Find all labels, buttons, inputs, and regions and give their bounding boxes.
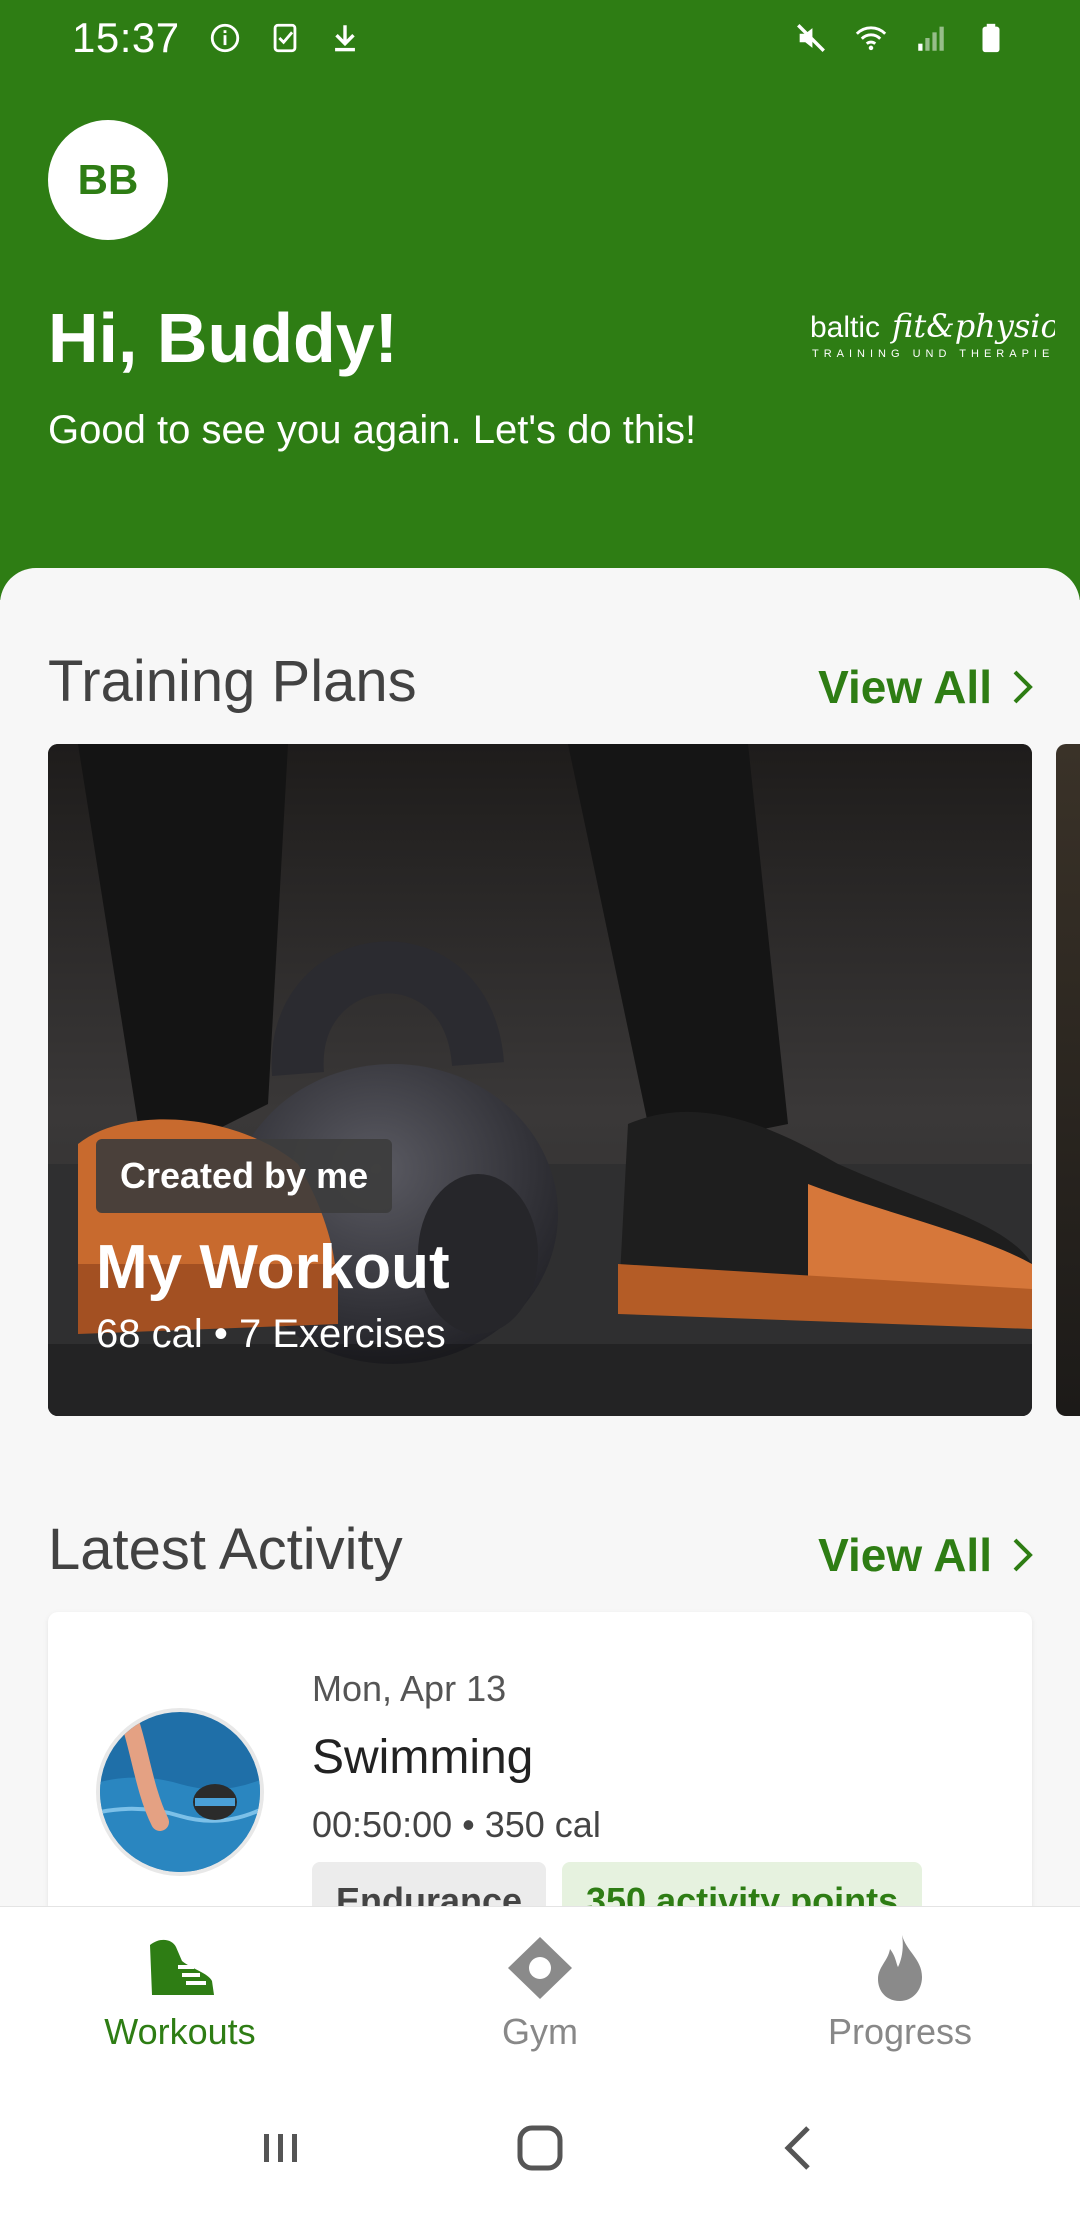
status-time: 15:37 [72,14,180,61]
flame-icon [878,1935,922,2001]
back-icon[interactable] [770,2118,830,2178]
mute-icon [794,21,828,55]
location-icon [508,1937,572,1999]
brand-logo: baltic fit&physio! TRAINING UND THERAPIE [810,307,1055,360]
greeting-subtitle: Good to see you again. Let's do this! [48,408,697,452]
wifi-icon [854,21,888,55]
nav-gym-label: Gym [502,2011,578,2052]
view-all-label: View All [818,1529,992,1581]
training-plan-card[interactable]: Created by me My Workout 68 cal • 7 Exer… [48,744,1032,1416]
training-plans-view-all-button[interactable]: View All [818,660,1036,714]
home-icon[interactable] [510,2118,570,2178]
activity-name: Swimming [312,1731,534,1784]
battery-icon [974,21,1008,55]
nav-gym[interactable]: Gym [360,1907,720,2076]
shoe-icon [150,1939,214,1995]
chevron-right-icon [1013,670,1033,704]
download-icon [328,21,362,55]
activity-points-badge: 350 activity points [562,1862,923,1908]
latest-activity-view-all-button[interactable]: View All [818,1528,1036,1582]
info-icon [208,21,242,55]
nav-workouts[interactable]: Workouts [0,1907,360,2076]
view-all-label: View All [818,661,992,713]
plan-meta: 68 cal • 7 Exercises [96,1312,446,1356]
nav-progress-label: Progress [827,2011,973,2052]
avatar[interactable]: BB [48,120,168,240]
clipboard-check-icon [268,21,302,55]
status-bar: 15:37 [0,0,1080,76]
activity-card[interactable]: Mon, Apr 13 Swimming 00:50:00 • 350 cal … [48,1612,1032,1908]
activity-date: Mon, Apr 13 [312,1668,507,1709]
svg-text:TRAINING UND THERAPIE: TRAINING UND THERAPIE [812,348,1054,360]
nav-workouts-label: Workouts [104,2011,256,2052]
signal-icon [914,21,948,55]
bottom-navigation: Workouts Gym Progress [0,1906,1080,2076]
nav-progress[interactable]: Progress [720,1907,1080,2076]
greeting-title: Hi, Buddy! [48,299,398,377]
created-by-me-badge: Created by me [96,1139,393,1213]
main-content: Training Plans View All Created by me My… [0,568,1080,1908]
header: 15:37 BB Hi, Buddy! Good to see you agai… [0,0,1080,600]
activity-meta: 00:50:00 • 350 cal [312,1804,601,1845]
svg-text:baltic: baltic [810,311,880,344]
latest-activity-title: Latest Activity [48,1517,403,1582]
chevron-right-icon [1013,1538,1033,1572]
recents-icon[interactable] [250,2118,310,2178]
svg-text:fit&physio!: fit&physio! [890,307,1055,345]
plan-title: My Workout [96,1233,450,1302]
training-plans-title: Training Plans [48,649,417,714]
activity-tag-category: Endurance [312,1862,547,1908]
system-navigation-bar [0,2076,1080,2220]
swimming-thumbnail [96,1708,264,1876]
next-training-plan-card[interactable] [1056,744,1080,1416]
